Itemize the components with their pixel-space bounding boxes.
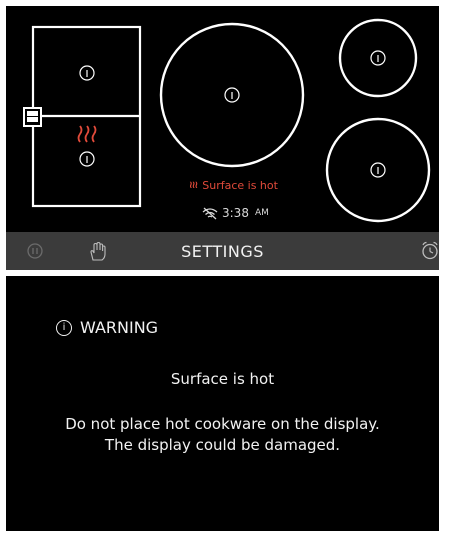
bridge-toggle-icon[interactable]: [23, 107, 42, 127]
info-icon[interactable]: [370, 162, 386, 178]
clock-ampm: AM: [254, 208, 269, 218]
timer-icon[interactable]: [421, 241, 439, 260]
bridge-zone[interactable]: [31, 25, 142, 208]
warning-line-2: The display could be damaged.: [104, 436, 341, 454]
surface-hot-status: ≀≀≀ Surface is hot: [189, 179, 278, 192]
settings-button[interactable]: SETTINGS: [6, 232, 439, 270]
warning-title: WARNING: [80, 318, 159, 337]
info-icon[interactable]: [79, 65, 95, 81]
heat-waves-icon: ≀≀≀: [189, 180, 198, 191]
wifi-off-icon: [202, 207, 218, 219]
warning-subtitle: Surface is hot: [170, 370, 275, 388]
clock: 3:38 AM: [202, 206, 269, 220]
warning-line-1: Do not place hot cookware on the display…: [65, 415, 380, 433]
info-icon[interactable]: [370, 50, 386, 66]
cooktop-panel: ≀≀≀ Surface is hot 3:38 AM: [6, 6, 439, 232]
info-icon[interactable]: [79, 151, 95, 167]
control-bar: SETTINGS: [6, 232, 439, 270]
heat-waves-icon: [77, 125, 97, 143]
cooktop-diagram: [23, 18, 431, 223]
surface-status-text: Surface is hot: [202, 179, 278, 192]
warning-body: Do not place hot cookware on the display…: [6, 414, 439, 456]
warning-panel: i WARNING Surface is hot Do not place ho…: [6, 276, 439, 531]
warning-heading: i WARNING: [56, 318, 158, 337]
clock-time: 3:38: [222, 206, 249, 220]
info-icon: i: [56, 319, 72, 336]
info-icon[interactable]: [224, 87, 240, 103]
